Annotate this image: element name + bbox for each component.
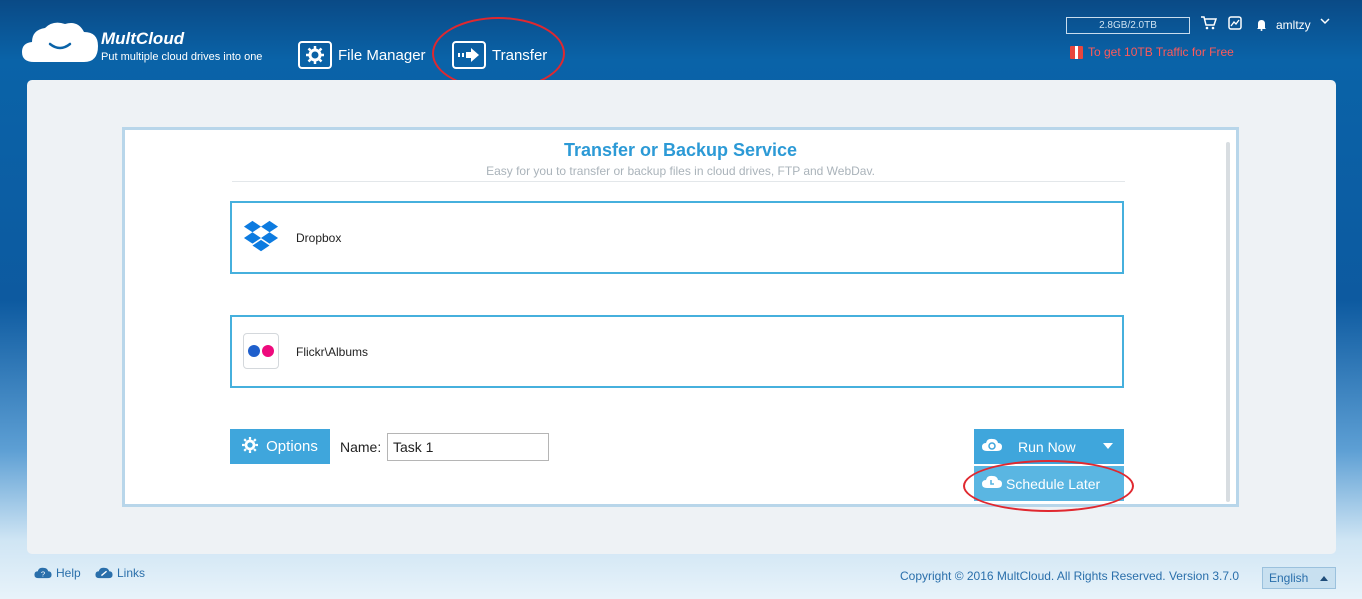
transfer-subtitle: Easy for you to transfer or backup files… [486, 164, 875, 178]
run-now-button[interactable]: Run Now [974, 429, 1124, 464]
promo-text: To get 10TB Traffic for Free [1088, 45, 1234, 59]
copyright-text: Copyright © 2016 MultCloud. All Rights R… [900, 569, 1240, 583]
brand-name: MultCloud [101, 29, 185, 48]
nav-transfer[interactable]: Transfer [452, 40, 547, 70]
options-button[interactable]: Options [230, 429, 330, 464]
nav-transfer-label: Transfer [492, 46, 548, 64]
cloud-help-icon: ? [34, 567, 52, 579]
help-link[interactable]: ? Help [34, 566, 81, 580]
links-link[interactable]: Links [95, 566, 145, 580]
cloud-sync-icon [982, 438, 1002, 455]
help-label: Help [56, 566, 81, 580]
nav-file-manager-label: File Manager [338, 46, 426, 64]
dropbox-icon [243, 219, 279, 255]
caret-up-icon [1320, 576, 1328, 581]
source-drive-selector[interactable]: Dropbox [230, 201, 1124, 274]
scrollbar[interactable] [1226, 142, 1230, 502]
language-label: English [1269, 571, 1309, 585]
flickr-icon [243, 333, 279, 369]
bell-icon[interactable] [1256, 18, 1267, 34]
storage-usage[interactable]: 2.8GB/2.0TB [1066, 17, 1190, 34]
chevron-down-icon[interactable] [1320, 16, 1330, 29]
promo-link[interactable]: To get 10TB Traffic for Free [1070, 45, 1234, 59]
dropdown-caret-icon[interactable] [1103, 443, 1113, 449]
arrow-right-icon [452, 41, 486, 69]
brand-tagline: Put multiple cloud drives into one [101, 51, 263, 63]
task-name-label: Name: [340, 439, 382, 455]
gear-icon [298, 41, 332, 69]
source-drive-label: Dropbox [296, 231, 342, 245]
links-label: Links [117, 566, 146, 580]
divider [232, 181, 1125, 182]
transfer-title: Transfer or Backup Service [563, 140, 798, 160]
options-label: Options [266, 438, 318, 455]
schedule-later-label: Schedule Later [1006, 475, 1101, 492]
gift-icon [1070, 45, 1083, 59]
task-name-input[interactable] [387, 433, 549, 461]
language-select[interactable]: English [1262, 567, 1336, 589]
cloud-link-icon [95, 567, 113, 579]
destination-drive-label: Flickr\Albums [296, 345, 369, 359]
multcloud-logo[interactable] [20, 18, 100, 68]
run-now-label: Run Now [1018, 438, 1076, 455]
cloud-clock-icon [982, 475, 1002, 492]
gear-icon [242, 436, 259, 457]
cart-icon[interactable] [1201, 16, 1218, 33]
username[interactable]: amltzy [1276, 18, 1311, 32]
destination-drive-selector[interactable]: Flickr\Albums [230, 315, 1124, 388]
svg-text:?: ? [41, 569, 45, 578]
nav-file-manager[interactable]: File Manager [298, 40, 426, 70]
transfer-card: Transfer or Backup Service Easy for you … [122, 127, 1239, 507]
chart-icon[interactable] [1228, 16, 1242, 33]
schedule-later-button[interactable]: Schedule Later [974, 466, 1124, 501]
